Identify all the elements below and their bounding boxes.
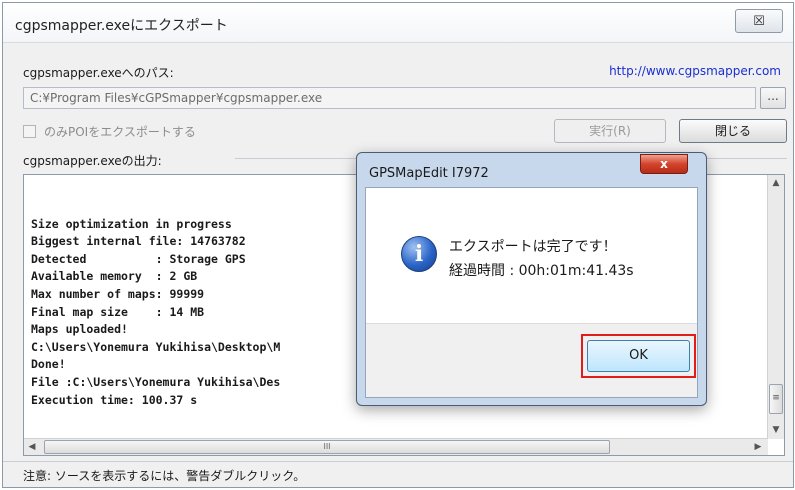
vertical-scroll-thumb[interactable]: ≡: [769, 384, 783, 414]
cgpsmapper-link[interactable]: http://www.cgpsmapper.com: [609, 64, 781, 78]
grip-icon: ≡: [772, 393, 780, 403]
dialog-close-button[interactable]: x: [640, 154, 688, 174]
window-titlebar: cgpsmapper.exeにエクスポート ☒: [3, 3, 793, 43]
window-close-button[interactable]: ☒: [735, 9, 783, 33]
path-input[interactable]: C:¥Program Files¥cGPSmapper¥cgpsmapper.e…: [23, 87, 756, 109]
window-title: cgpsmapper.exeにエクスポート: [15, 18, 228, 34]
status-separator: [3, 461, 793, 462]
ok-highlight-box: OK: [581, 334, 696, 378]
vertical-scrollbar[interactable]: ▲ ≡ ▼: [767, 175, 784, 439]
dialog-body: i エクスポートは完了です！ 経過時間 : 00h:01m:41.43s OK: [365, 187, 698, 398]
elapsed-time: 経過時間 : 00h:01m:41.43s: [449, 263, 634, 279]
poi-only-label: のみPOIをエクスポートする: [44, 125, 196, 139]
horizontal-scroll-thumb[interactable]: III: [44, 440, 610, 454]
close-icon: ☒: [753, 13, 765, 29]
close-button[interactable]: 閉じる: [679, 119, 787, 143]
poi-only-checkbox[interactable]: [23, 125, 36, 138]
scroll-down-icon[interactable]: ▼: [768, 422, 784, 438]
ok-button[interactable]: OK: [587, 340, 690, 372]
scroll-up-icon[interactable]: ▲: [768, 175, 784, 191]
horizontal-scrollbar[interactable]: ◀ III ▶: [24, 438, 768, 455]
run-button[interactable]: 実行(R): [554, 119, 666, 143]
info-icon: i: [401, 236, 437, 272]
scroll-left-icon[interactable]: ◀: [24, 439, 40, 455]
path-label: cgpsmapper.exeへのパス:: [23, 66, 174, 80]
browse-button[interactable]: ...: [760, 87, 786, 109]
poi-only-option[interactable]: のみPOIをエクスポートする: [23, 123, 196, 140]
output-label: cgpsmapper.exeの出力:: [23, 154, 162, 168]
status-bar[interactable]: 注意: ソースを表示するには、警告ダブルクリック。: [23, 467, 305, 484]
completion-dialog: GPSMapEdit I7972 x i エクスポートは完了です！ 経過時間 :…: [356, 152, 707, 406]
scroll-right-icon[interactable]: ▶: [750, 439, 766, 455]
dialog-message: エクスポートは完了です！: [449, 239, 617, 255]
dialog-title: GPSMapEdit I7972: [369, 166, 489, 181]
